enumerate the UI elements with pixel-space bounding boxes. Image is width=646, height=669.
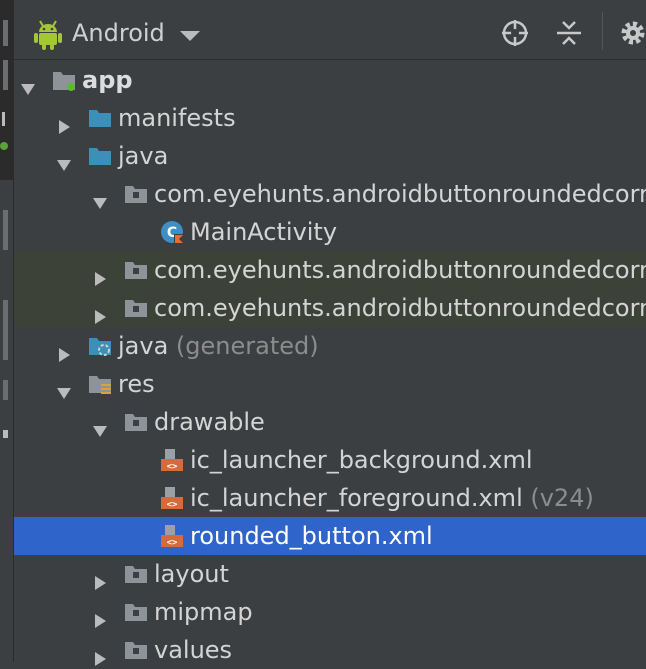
tree-item-label: app	[82, 61, 133, 99]
tree-item-label: values	[154, 631, 232, 669]
package-icon	[124, 182, 148, 206]
module-folder-icon	[52, 68, 76, 92]
package-icon	[124, 296, 148, 320]
tree-item-label: rounded_button.xml	[190, 517, 433, 555]
tree-item[interactable]: <> rounded_button.xml	[14, 517, 646, 555]
chevron-down-icon[interactable]	[56, 377, 72, 399]
package-icon	[124, 600, 148, 624]
tree-item[interactable]: res	[14, 365, 646, 403]
tree-item[interactable]: java	[14, 137, 646, 175]
kotlin-class-icon: C	[160, 220, 184, 244]
tree-item-text: ic_launcher_foreground.xml	[190, 484, 523, 512]
tree-item-label: mipmap	[154, 593, 253, 631]
tool-window-label	[3, 210, 8, 250]
package-icon	[124, 258, 148, 282]
tree-item[interactable]: java (generated)	[14, 327, 646, 365]
tree-item-text: MainActivity	[190, 218, 338, 246]
xml-file-icon: <>	[160, 524, 184, 548]
tree-item-label: com.eyehunts.androidbuttonroundedcorners	[154, 175, 646, 213]
side-tool-strip[interactable]	[0, 0, 14, 662]
tree-item-text: layout	[154, 560, 229, 588]
chevron-right-icon[interactable]	[56, 339, 72, 362]
tree-item-text: java	[118, 332, 169, 360]
project-header: Android	[14, 0, 646, 60]
tree-item[interactable]: C MainActivity	[14, 213, 646, 251]
tree-item-label: MainActivity	[190, 213, 337, 251]
package-icon	[124, 638, 148, 662]
chevron-down-icon[interactable]	[92, 415, 108, 437]
chevron-right-icon[interactable]	[92, 605, 108, 628]
android-icon	[34, 20, 62, 50]
tree-item-text: manifests	[118, 104, 236, 132]
tool-tick	[2, 112, 5, 126]
folder-icon	[88, 106, 112, 130]
svg-text:<>: <>	[167, 462, 178, 472]
tree-item-text: mipmap	[154, 598, 253, 626]
xml-file-icon: <>	[160, 486, 184, 510]
tree-item-text: ic_launcher_background.xml	[190, 446, 533, 474]
svg-text:<>: <>	[167, 538, 178, 548]
tree-item-label: manifests	[118, 99, 236, 137]
tree-item[interactable]: <> ic_launcher_background.xml	[14, 441, 646, 479]
tree-item[interactable]: com.eyehunts.androidbuttonroundedcorners	[14, 289, 646, 327]
tree-item[interactable]: app	[14, 61, 646, 99]
tree-item[interactable]: layout	[14, 555, 646, 593]
tree-item-label: ic_launcher_foreground.xml (v24)	[190, 479, 594, 517]
tool-window-label	[3, 20, 8, 46]
chevron-down-icon[interactable]	[92, 187, 108, 209]
chevron-right-icon[interactable]	[92, 301, 108, 324]
res-folder-icon	[88, 372, 112, 396]
folder-icon	[88, 144, 112, 168]
svg-text:<>: <>	[167, 500, 178, 510]
chevron-down-icon[interactable]	[20, 73, 36, 95]
tree-item-text: rounded_button.xml	[190, 522, 433, 550]
tree-item-label: layout	[154, 555, 229, 593]
tree-item-label: res	[118, 365, 155, 403]
tree-item[interactable]: com.eyehunts.androidbuttonroundedcorners	[14, 251, 646, 289]
chevron-down-icon[interactable]	[180, 31, 200, 41]
project-tree[interactable]: app manifests java com.eyehunts.androidbutt…	[14, 61, 646, 669]
tree-item[interactable]: mipmap	[14, 593, 646, 631]
gear-icon[interactable]	[618, 18, 646, 48]
toolbar-divider	[602, 12, 603, 50]
tree-item-label: com.eyehunts.androidbuttonroundedcorners	[154, 251, 646, 289]
chevron-right-icon[interactable]	[92, 567, 108, 590]
generated-folder-icon	[88, 334, 112, 358]
tree-item-text: app	[82, 66, 133, 94]
target-icon[interactable]	[500, 18, 530, 48]
package-icon	[124, 562, 148, 586]
tree-item[interactable]: manifests	[14, 99, 646, 137]
tool-window-label	[3, 430, 8, 438]
tree-item[interactable]: com.eyehunts.androidbuttonroundedcorners	[14, 175, 646, 213]
tree-item-text: com.eyehunts.androidbuttonroundedcorners	[154, 294, 646, 322]
tool-window-label	[3, 380, 8, 400]
chevron-down-icon[interactable]	[56, 149, 72, 171]
tree-item-label: drawable	[154, 403, 265, 441]
collapse-all-icon[interactable]	[554, 18, 584, 48]
tree-item-text: res	[118, 370, 155, 398]
tree-item[interactable]: values	[14, 631, 646, 669]
chevron-right-icon[interactable]	[92, 643, 108, 666]
tree-item-text: com.eyehunts.androidbuttonroundedcorners	[154, 256, 646, 284]
tree-item-text: drawable	[154, 408, 265, 436]
tool-window-label	[3, 60, 8, 90]
tree-item[interactable]: <> ic_launcher_foreground.xml (v24)	[14, 479, 646, 517]
tree-item-text: com.eyehunts.androidbuttonroundedcorners	[154, 180, 646, 208]
tree-item-label: java (generated)	[118, 327, 319, 365]
chevron-right-icon[interactable]	[56, 111, 72, 134]
xml-file-icon: <>	[160, 448, 184, 472]
view-mode-selector[interactable]: Android	[72, 19, 165, 47]
package-icon	[124, 410, 148, 434]
tool-window-label	[3, 300, 8, 360]
tree-item-text: java	[118, 142, 169, 170]
tree-item-suffix: (generated)	[168, 332, 319, 360]
tree-item-suffix: (v24)	[522, 484, 594, 512]
tree-item[interactable]: drawable	[14, 403, 646, 441]
tree-item-label: ic_launcher_background.xml	[190, 441, 533, 479]
tree-item-label: com.eyehunts.androidbuttonroundedcorners	[154, 289, 646, 327]
tree-item-label: java	[118, 137, 168, 175]
status-dot-icon	[0, 142, 8, 150]
chevron-right-icon[interactable]	[92, 263, 108, 286]
tree-item-text: values	[154, 636, 233, 664]
